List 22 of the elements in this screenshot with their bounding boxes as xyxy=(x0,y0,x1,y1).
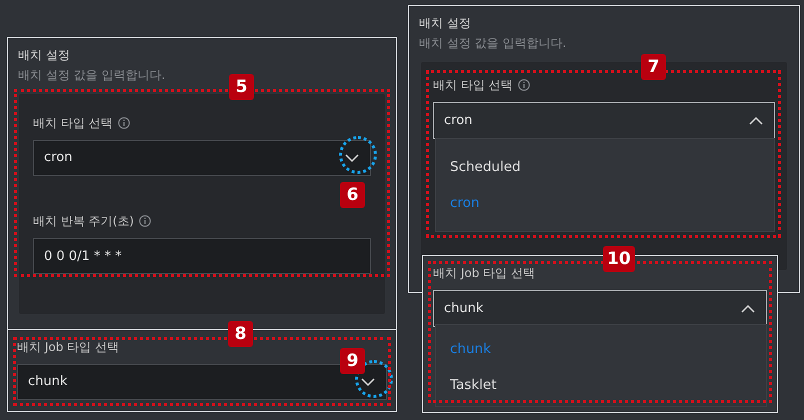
select-field[interactable]: chunk xyxy=(433,290,767,327)
section-title: 배치 설정 xyxy=(419,15,472,32)
field-label: 배치 타입 선택 xyxy=(433,77,513,94)
field-label: 배치 타입 선택 xyxy=(33,115,113,132)
callout-badge: 8 xyxy=(228,321,253,347)
section-description: 배치 설정 값을 입력합니다. xyxy=(419,35,568,52)
select-field[interactable]: cron xyxy=(33,140,371,176)
callout-badge: 10 xyxy=(603,246,635,272)
field-label: 배치 Job 타입 선택 xyxy=(433,265,535,282)
dropdown-option[interactable]: Scheduled xyxy=(436,149,774,186)
callout-badge: 9 xyxy=(340,348,365,374)
section-description: 배치 설정 값을 입력합니다. xyxy=(18,67,166,84)
field-label: 배치 반복 주기(초) xyxy=(33,213,134,230)
select-field[interactable]: cron xyxy=(433,102,775,139)
section-title: 배치 설정 xyxy=(18,47,71,64)
text-field[interactable]: 0 0 0/1 * * * xyxy=(33,238,371,274)
callout-badge: 5 xyxy=(229,74,254,100)
callout-badge: 6 xyxy=(340,182,365,208)
dropdown-option[interactable]: Tasklet xyxy=(436,367,766,404)
highlight-circle xyxy=(339,136,377,174)
field-label: 배치 Job 타입 선택 xyxy=(17,339,119,356)
callout-badge: 7 xyxy=(641,54,666,80)
